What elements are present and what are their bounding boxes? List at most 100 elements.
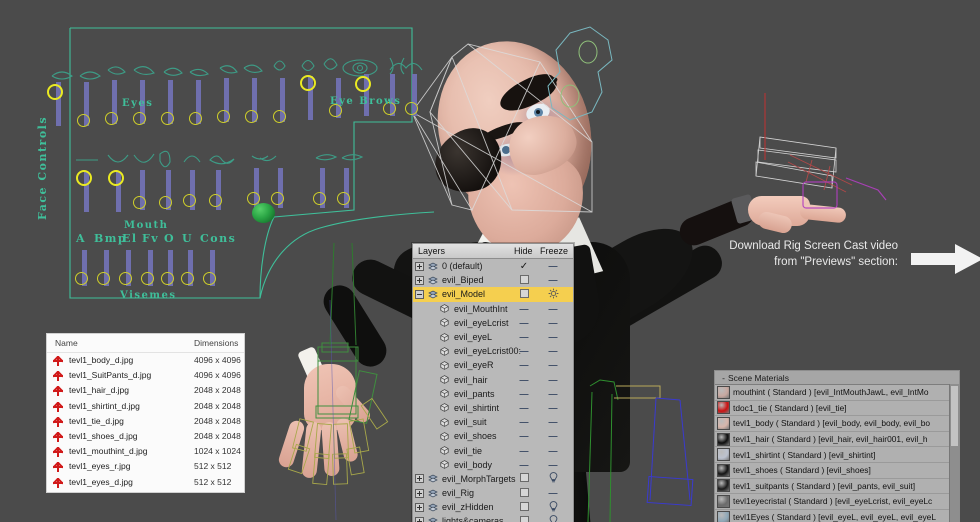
layer-row-lights-cameras[interactable]: lights&cameras	[413, 514, 573, 522]
texture-row[interactable]: tevl1_body_d.jpg 4096 x 4096	[47, 353, 244, 368]
collapse-icon[interactable]	[415, 289, 424, 299]
layers-row-list[interactable]: 0 (default) ✓ — evil_Biped — evil_Model evil_M…	[413, 259, 573, 522]
layers-panel[interactable]: Layers Hide Freeze 0 (default) ✓ — evil_Bip…	[412, 243, 574, 522]
scene-materials-panel[interactable]: - Scene Materials mouthint ( Standard ) …	[714, 370, 960, 522]
expand-icon[interactable]	[415, 261, 424, 271]
material-row[interactable]: mouthint ( Standard ) [evil_IntMouthJawL…	[715, 385, 959, 401]
layer-hide-toggle[interactable]: —	[513, 389, 535, 399]
texture-row[interactable]: tevl1_tie_d.jpg 2048 x 2048	[47, 414, 244, 429]
texture-row[interactable]: tevl1_eyes_r.jpg 512 x 512	[47, 459, 244, 474]
layer-freeze-toggle[interactable]: —	[541, 346, 565, 356]
material-row[interactable]: tdoc1_tie ( Standard ) [evil_tie]	[715, 400, 959, 417]
face-control-knob[interactable]	[337, 192, 350, 205]
layer-row-evil-suit[interactable]: evil_suit — —	[413, 415, 573, 429]
face-control-knob[interactable]	[245, 110, 258, 123]
face-control-knob[interactable]	[133, 196, 146, 209]
texture-row[interactable]: tevl1_shoes_d.jpg 2048 x 2048	[47, 429, 244, 444]
bulb-icon[interactable]	[541, 472, 565, 485]
layer-freeze-toggle[interactable]: —	[541, 446, 565, 456]
scene-materials-row-list[interactable]: mouthint ( Standard ) [evil_IntMouthJawL…	[715, 385, 959, 522]
viseme-knob[interactable]	[181, 272, 194, 285]
layer-hide-toggle[interactable]	[513, 274, 535, 286]
layer-row-evil-shoes[interactable]: evil_shoes — —	[413, 429, 573, 443]
layer-row-evil-rig[interactable]: evil_Rig —	[413, 486, 573, 500]
layer-freeze-toggle[interactable]: —	[541, 275, 565, 285]
layer-hide-toggle[interactable]	[513, 515, 535, 522]
layer-hide-toggle[interactable]: —	[513, 460, 535, 470]
layer-hide-toggle[interactable]	[513, 501, 535, 513]
texture-row-list[interactable]: tevl1_body_d.jpg 4096 x 4096 tevl1_SuitPan…	[47, 353, 244, 490]
layer-row-evil-zhidden[interactable]: evil_zHidden	[413, 500, 573, 514]
layer-hide-toggle[interactable]: —	[513, 360, 535, 370]
layer-hide-toggle[interactable]	[513, 288, 535, 300]
face-control-knob[interactable]	[76, 170, 92, 186]
layer-row-evil-eyel[interactable]: evil_eyeL — —	[413, 330, 573, 344]
expand-icon[interactable]	[415, 474, 424, 484]
layer-row-evil-eyer[interactable]: evil_eyeR — —	[413, 358, 573, 372]
layer-freeze-toggle[interactable]: —	[541, 460, 565, 470]
material-row[interactable]: tevl1Eyes ( Standard ) [evil_eyeL, evil_…	[715, 509, 959, 522]
face-control-knob[interactable]	[183, 194, 196, 207]
face-control-knob[interactable]	[405, 102, 418, 115]
layer-row-evil-morphtargets[interactable]: evil_MorphTargets	[413, 472, 573, 486]
texture-row[interactable]: tevl1_eyes_d.jpg 512 x 512	[47, 475, 244, 490]
layer-hide-toggle[interactable]: —	[513, 332, 535, 342]
viseme-knob[interactable]	[141, 272, 154, 285]
layer-row-evil-tie[interactable]: evil_tie — —	[413, 443, 573, 457]
layer-row-evil-pants[interactable]: evil_pants — —	[413, 387, 573, 401]
layer-row-0-default-[interactable]: 0 (default) ✓ —	[413, 259, 573, 273]
layer-row-evil-hair[interactable]: evil_hair — —	[413, 373, 573, 387]
layer-hide-toggle[interactable]: —	[513, 403, 535, 413]
material-row[interactable]: tevl1_body ( Standard ) [evil_body, evil…	[715, 416, 959, 432]
expand-icon[interactable]	[415, 516, 424, 522]
green-sphere-helper[interactable]	[252, 203, 275, 223]
scene-materials-scrollbar[interactable]	[949, 384, 959, 522]
scrollbar-thumb[interactable]	[951, 386, 958, 446]
layer-freeze-toggle[interactable]: —	[541, 488, 565, 498]
scene-materials-header[interactable]: - Scene Materials	[715, 371, 959, 385]
layer-hide-toggle[interactable]: —	[513, 318, 535, 328]
gear-icon[interactable]	[541, 288, 565, 301]
layer-row-evil-model[interactable]: evil_Model	[413, 287, 573, 302]
viseme-knob[interactable]	[203, 272, 216, 285]
layer-hide-toggle[interactable]: ✓	[513, 261, 535, 272]
face-control-knob[interactable]	[77, 114, 90, 127]
viseme-knob[interactable]	[119, 272, 132, 285]
layer-freeze-toggle[interactable]: —	[541, 360, 565, 370]
layer-row-evil-body[interactable]: evil_body — —	[413, 458, 573, 472]
texture-row[interactable]: tevl1_mouthint_d.jpg 1024 x 1024	[47, 444, 244, 459]
layer-freeze-toggle[interactable]: —	[541, 261, 565, 271]
face-control-knob[interactable]	[271, 192, 284, 205]
material-row[interactable]: tevl1_shoes ( Standard ) [evil_shoes]	[715, 462, 959, 479]
expand-icon[interactable]	[415, 275, 424, 285]
material-row[interactable]: tevl1_suitpants ( Standard ) [evil_pants…	[715, 478, 959, 495]
layer-freeze-toggle[interactable]: —	[541, 431, 565, 441]
layer-row-evil-shirtint[interactable]: evil_shirtint — —	[413, 401, 573, 415]
face-control-knob[interactable]	[300, 75, 316, 91]
collapse-icon[interactable]: -	[719, 373, 728, 383]
face-control-knob[interactable]	[273, 110, 286, 123]
layer-row-evil-eyelcrist00-[interactable]: evil_eyeLcrist00: — —	[413, 344, 573, 358]
texture-row[interactable]: tevl1_hair_d.jpg 2048 x 2048	[47, 383, 244, 398]
material-row[interactable]: tevl1eyecristal ( Standard ) [evil_eyeLc…	[715, 494, 959, 510]
layer-freeze-toggle[interactable]: —	[541, 304, 565, 314]
layer-freeze-toggle[interactable]: —	[541, 403, 565, 413]
layer-hide-toggle[interactable]	[513, 487, 535, 499]
expand-icon[interactable]	[415, 488, 424, 498]
bulb-icon[interactable]	[541, 500, 565, 514]
bulb-icon[interactable]	[541, 515, 565, 522]
face-control-knob[interactable]	[161, 112, 174, 125]
layer-freeze-toggle[interactable]: —	[541, 375, 565, 385]
face-control-knob[interactable]	[133, 112, 146, 125]
material-row[interactable]: tevl1_shirtint ( Standard ) [evil_shirti…	[715, 447, 959, 463]
layer-hide-toggle[interactable]: —	[513, 304, 535, 314]
face-controls-panel[interactable]: Face Controls Eyes Eye Brows Mouth Visem…	[24, 22, 434, 304]
face-control-knob[interactable]	[189, 112, 202, 125]
face-control-knob[interactable]	[105, 112, 118, 125]
layer-hide-toggle[interactable]: —	[513, 431, 535, 441]
face-control-knob[interactable]	[209, 194, 222, 207]
layer-hide-toggle[interactable]: —	[513, 346, 535, 356]
viseme-knob[interactable]	[75, 272, 88, 285]
viseme-knob[interactable]	[97, 272, 110, 285]
texture-row[interactable]: tevl1_SuitPants_d.jpg 4096 x 4096	[47, 368, 244, 383]
